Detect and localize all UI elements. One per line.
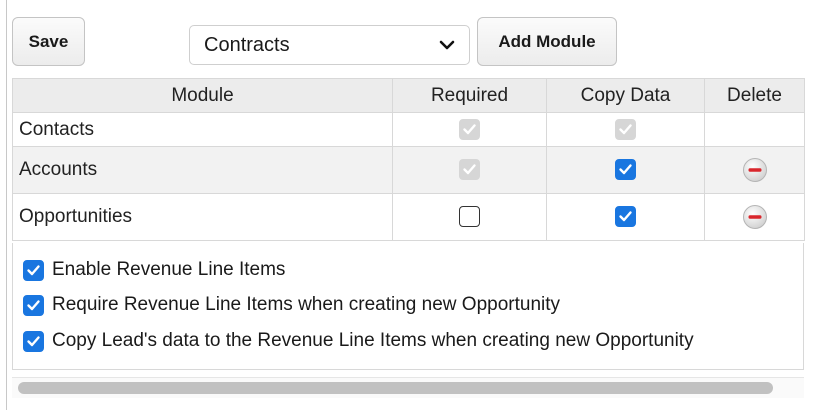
checkmark-icon [463, 124, 476, 135]
save-button[interactable]: Save [12, 17, 85, 66]
copy-lead-data-checkbox[interactable] [23, 330, 44, 352]
column-header-copy-data: Copy Data [546, 78, 705, 113]
table-row: Accounts [12, 146, 805, 194]
delete-cell [704, 193, 805, 241]
copy-data-checkbox[interactable] [615, 206, 636, 228]
module-settings-panel: Save Contracts Add Module Module Require… [0, 0, 820, 410]
table-header-row: Module Required Copy Data Delete [12, 78, 805, 113]
checkmark-icon [619, 164, 632, 175]
module-name-cell: Contacts [12, 112, 393, 147]
checkmark-icon [463, 164, 476, 175]
modules-table: Module Required Copy Data Delete Contact… [12, 78, 805, 241]
enable-rli-option[interactable]: Enable Revenue Line Items [23, 259, 285, 281]
copy-data-checkbox [615, 118, 636, 140]
copy-data-cell [546, 112, 705, 147]
copy-data-cell [546, 146, 705, 194]
delete-cell [704, 146, 805, 194]
enable-rli-label: Enable Revenue Line Items [52, 259, 286, 280]
horizontal-scrollbar[interactable] [12, 377, 804, 398]
delete-cell [704, 112, 805, 147]
require-rli-checkbox[interactable] [23, 294, 44, 316]
remove-circle-icon[interactable] [742, 204, 768, 230]
copy-lead-data-option[interactable]: Copy Lead's data to the Revenue Line Ite… [23, 330, 694, 352]
column-header-delete: Delete [704, 78, 805, 113]
module-name-cell: Accounts [12, 146, 393, 194]
required-checkbox[interactable] [459, 206, 480, 228]
require-rli-label: Require Revenue Line Items when creating… [52, 294, 561, 315]
remove-circle-icon[interactable] [742, 157, 768, 183]
checkmark-icon [27, 335, 40, 346]
required-checkbox [459, 159, 480, 181]
left-divider [6, 0, 7, 410]
scrollbar-thumb[interactable] [18, 382, 773, 394]
add-module-button[interactable]: Add Module [477, 17, 617, 66]
module-select-value: Contracts [204, 33, 290, 56]
copy-lead-data-label: Copy Lead's data to the Revenue Line Ite… [52, 330, 694, 351]
table-row: Contacts [12, 112, 805, 147]
required-cell [392, 112, 547, 147]
module-select[interactable]: Contracts [189, 25, 470, 65]
enable-rli-checkbox[interactable] [23, 259, 44, 281]
copy-data-cell [546, 193, 705, 241]
table-row: Opportunities [12, 193, 805, 241]
required-cell [392, 146, 547, 194]
required-checkbox [459, 118, 480, 140]
require-rli-option[interactable]: Require Revenue Line Items when creating… [23, 294, 560, 316]
column-header-module: Module [12, 78, 393, 113]
required-cell [392, 193, 547, 241]
checkmark-icon [619, 211, 632, 222]
revenue-line-item-options: Enable Revenue Line Items Require Revenu… [12, 243, 804, 370]
column-header-required: Required [392, 78, 547, 113]
checkmark-icon [27, 299, 40, 310]
checkmark-icon [619, 124, 632, 135]
checkmark-icon [27, 264, 40, 275]
chevron-down-icon [439, 40, 455, 50]
copy-data-checkbox[interactable] [615, 159, 636, 181]
module-name-cell: Opportunities [12, 193, 393, 241]
